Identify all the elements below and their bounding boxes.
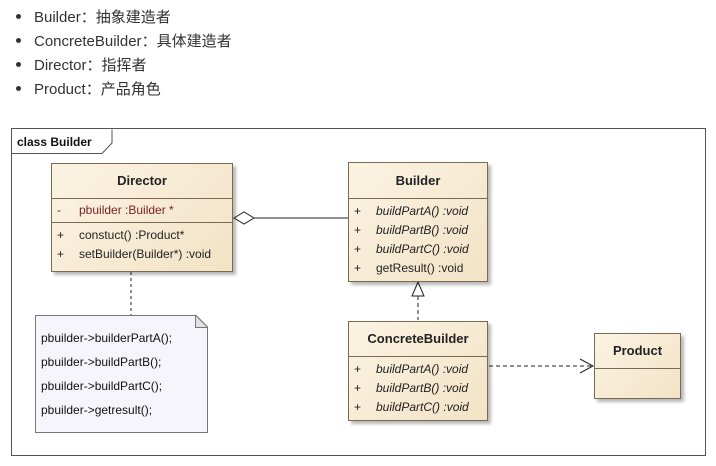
builder-class[interactable]: Builder + buildPartA() :void + buildPartB(… bbox=[348, 162, 488, 282]
concrete-op-buildparta: + buildPartA() :void bbox=[354, 362, 469, 376]
builder-op-buildpartb: + buildPartB() :void bbox=[354, 223, 469, 237]
director-operations: + constuct() :Product* + setBuilder(Builde… bbox=[52, 222, 232, 266]
director-op-setbuilder: + setBuilder(Builder*) :void bbox=[57, 247, 212, 261]
aggregation-diamond-icon bbox=[233, 211, 255, 225]
concrete-builder-class[interactable]: ConcreteBuilder + buildPartA() :void + bui… bbox=[348, 321, 488, 421]
product-class-name: Product bbox=[612, 343, 663, 358]
director-op-construct: + constuct() :Product* bbox=[57, 228, 185, 242]
concrete-builder-operations: + buildPartA() :void + buildPartB() :void … bbox=[349, 356, 487, 419]
product-class[interactable]: Product bbox=[594, 333, 681, 399]
note-line: pbuilder->builderPartA(); bbox=[41, 331, 173, 345]
builder-class-name: Builder bbox=[395, 173, 441, 188]
director-class-name: Director bbox=[117, 173, 167, 188]
concrete-op-buildpartc: + buildPartC() :void bbox=[354, 400, 469, 414]
director-attr-pbuilder: - pbuilder :Builder * bbox=[57, 203, 174, 217]
builder-operations: + buildPartA() :void + buildPartB() :void … bbox=[349, 198, 487, 280]
concrete-builder-class-name: ConcreteBuilder bbox=[367, 331, 469, 346]
note-line: pbuilder->getresult(); bbox=[41, 403, 153, 417]
builder-op-buildparta: + buildPartA() :void bbox=[354, 204, 469, 218]
realization-arrow-icon bbox=[411, 280, 425, 297]
director-class[interactable]: Director - pbuilder :Builder * + constuct(… bbox=[51, 163, 233, 272]
note-line: pbuilder->buildPartB(); bbox=[41, 355, 162, 369]
builder-op-buildpartc: + buildPartC() :void bbox=[354, 242, 469, 256]
builder-op-getresult: + getResult() :void bbox=[354, 261, 464, 275]
director-attributes: - pbuilder :Builder * bbox=[52, 198, 232, 222]
note-line: pbuilder->buildPartC(); bbox=[41, 379, 163, 393]
concrete-op-buildpartb: + buildPartB() :void bbox=[354, 381, 469, 395]
note-fold-corner bbox=[195, 315, 208, 328]
director-note[interactable]: pbuilder->builderPartA(); pbuilder->buil… bbox=[35, 315, 208, 433]
product-body bbox=[595, 368, 680, 399]
